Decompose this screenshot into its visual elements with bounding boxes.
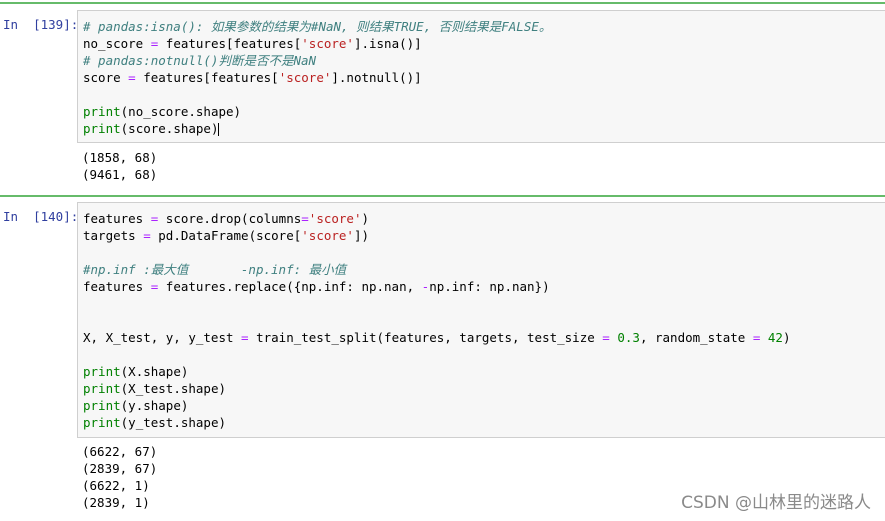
output-line: (6622, 67): [82, 444, 158, 459]
code-token: print: [83, 104, 121, 119]
code-token: =: [128, 70, 136, 85]
text-cursor: [218, 123, 220, 136]
watermark: CSDN @山林里的迷路人: [681, 493, 871, 513]
code-line: # pandas:notnull()判断是否不是NaN: [78, 52, 885, 69]
code-token: print: [83, 121, 121, 136]
code-token: ].notnull()]: [331, 70, 422, 85]
code-token: np.inf: np.nan}): [429, 279, 550, 294]
code-line: print(score.shape): [78, 120, 885, 137]
code-line: print(no_score.shape): [78, 103, 885, 120]
code-token: score.drop(columns: [158, 211, 302, 226]
output-line: (2839, 1): [82, 495, 150, 510]
code-token: targets: [83, 228, 144, 243]
code-token: =: [301, 211, 309, 226]
code-line: X, X_test, y, y_test = train_test_split(…: [78, 329, 885, 346]
code-token: (X.shape): [120, 364, 189, 379]
code-token: =: [143, 228, 151, 243]
code-token: # pandas:isna(): 如果参数的结果为#NaN, 则结果TRUE, …: [83, 19, 552, 34]
code-token: pd.DataFrame(score[: [150, 228, 302, 243]
output-line: (2839, 67): [82, 461, 158, 476]
cell-selection-bar: [0, 2, 885, 4]
code-token: # pandas:notnull()判断是否不是NaN: [83, 53, 317, 68]
code-line: print(X.shape): [78, 363, 885, 380]
code-token: 'score': [301, 228, 354, 243]
code-token: #np.inf :最大值 -np.inf: 最小值: [83, 262, 347, 277]
code-token: 0.3: [617, 330, 640, 345]
code-token: (score.shape): [120, 121, 219, 136]
code-token: ): [361, 211, 370, 226]
code-token: (no_score.shape): [120, 104, 242, 119]
code-token: (y_test.shape): [120, 415, 226, 430]
code-token: =: [241, 330, 249, 345]
code-line: # pandas:isna(): 如果参数的结果为#NaN, 则结果TRUE, …: [78, 18, 885, 35]
code-token: X, X_test, y, y_test: [83, 330, 242, 345]
code-token: (X_test.shape): [120, 381, 226, 396]
code-line: targets = pd.DataFrame(score['score']): [78, 227, 885, 244]
code-token: ]): [353, 228, 370, 243]
code-line: features = score.drop(columns='score'): [78, 210, 885, 227]
code-token: features.replace({np.inf: np.nan,: [158, 279, 422, 294]
code-token: 'score': [308, 211, 362, 226]
code-token: print: [83, 415, 121, 430]
code-token: (y.shape): [120, 398, 189, 413]
code-token: =: [602, 330, 610, 345]
code-line: print(y_test.shape): [78, 414, 885, 431]
code-token: no_score: [83, 36, 151, 51]
code-token: print: [83, 364, 121, 379]
output-line: (6622, 1): [82, 478, 150, 493]
code-token: features: [83, 279, 151, 294]
code-token: print: [83, 398, 121, 413]
code-token: print: [83, 381, 121, 396]
code-token: features[features[: [158, 36, 302, 51]
code-token: ].isna()]: [353, 36, 422, 51]
code-line: print(y.shape): [78, 397, 885, 414]
code-token: 42: [767, 330, 783, 345]
cell-output: (6622, 67) (2839, 67) (6622, 1) (2839, 1): [82, 443, 157, 511]
code-token: , random_state: [639, 330, 753, 345]
code-token: train_test_split(features, targets, test…: [248, 330, 603, 345]
code-line: print(X_test.shape): [78, 380, 885, 397]
code-line: #np.inf :最大值 -np.inf: 最小值: [78, 261, 885, 278]
code-token: score: [83, 70, 129, 85]
code-line: no_score = features[features['score'].is…: [78, 35, 885, 52]
code-token: 'score': [278, 70, 332, 85]
code-token: features[features[: [135, 70, 279, 85]
cell-prompt: In [139]:: [3, 17, 79, 32]
cell-output: (1858, 68) (9461, 68): [82, 149, 157, 183]
code-token: 'score': [301, 36, 354, 51]
cell-prompt: In [140]:: [3, 209, 79, 224]
code-token: ): [782, 330, 791, 345]
code-editor[interactable]: # pandas:isna(): 如果参数的结果为#NaN, 则结果TRUE, …: [77, 10, 885, 143]
code-editor[interactable]: features = score.drop(columns='score') ta…: [77, 202, 885, 438]
code-line: score = features[features['score'].notnu…: [78, 69, 885, 86]
code-line: features = features.replace({np.inf: np.…: [78, 278, 885, 295]
cell-separator: [0, 195, 885, 197]
output-line: (1858, 68): [82, 150, 158, 165]
code-token: features: [83, 211, 151, 226]
output-line: (9461, 68): [82, 167, 158, 182]
